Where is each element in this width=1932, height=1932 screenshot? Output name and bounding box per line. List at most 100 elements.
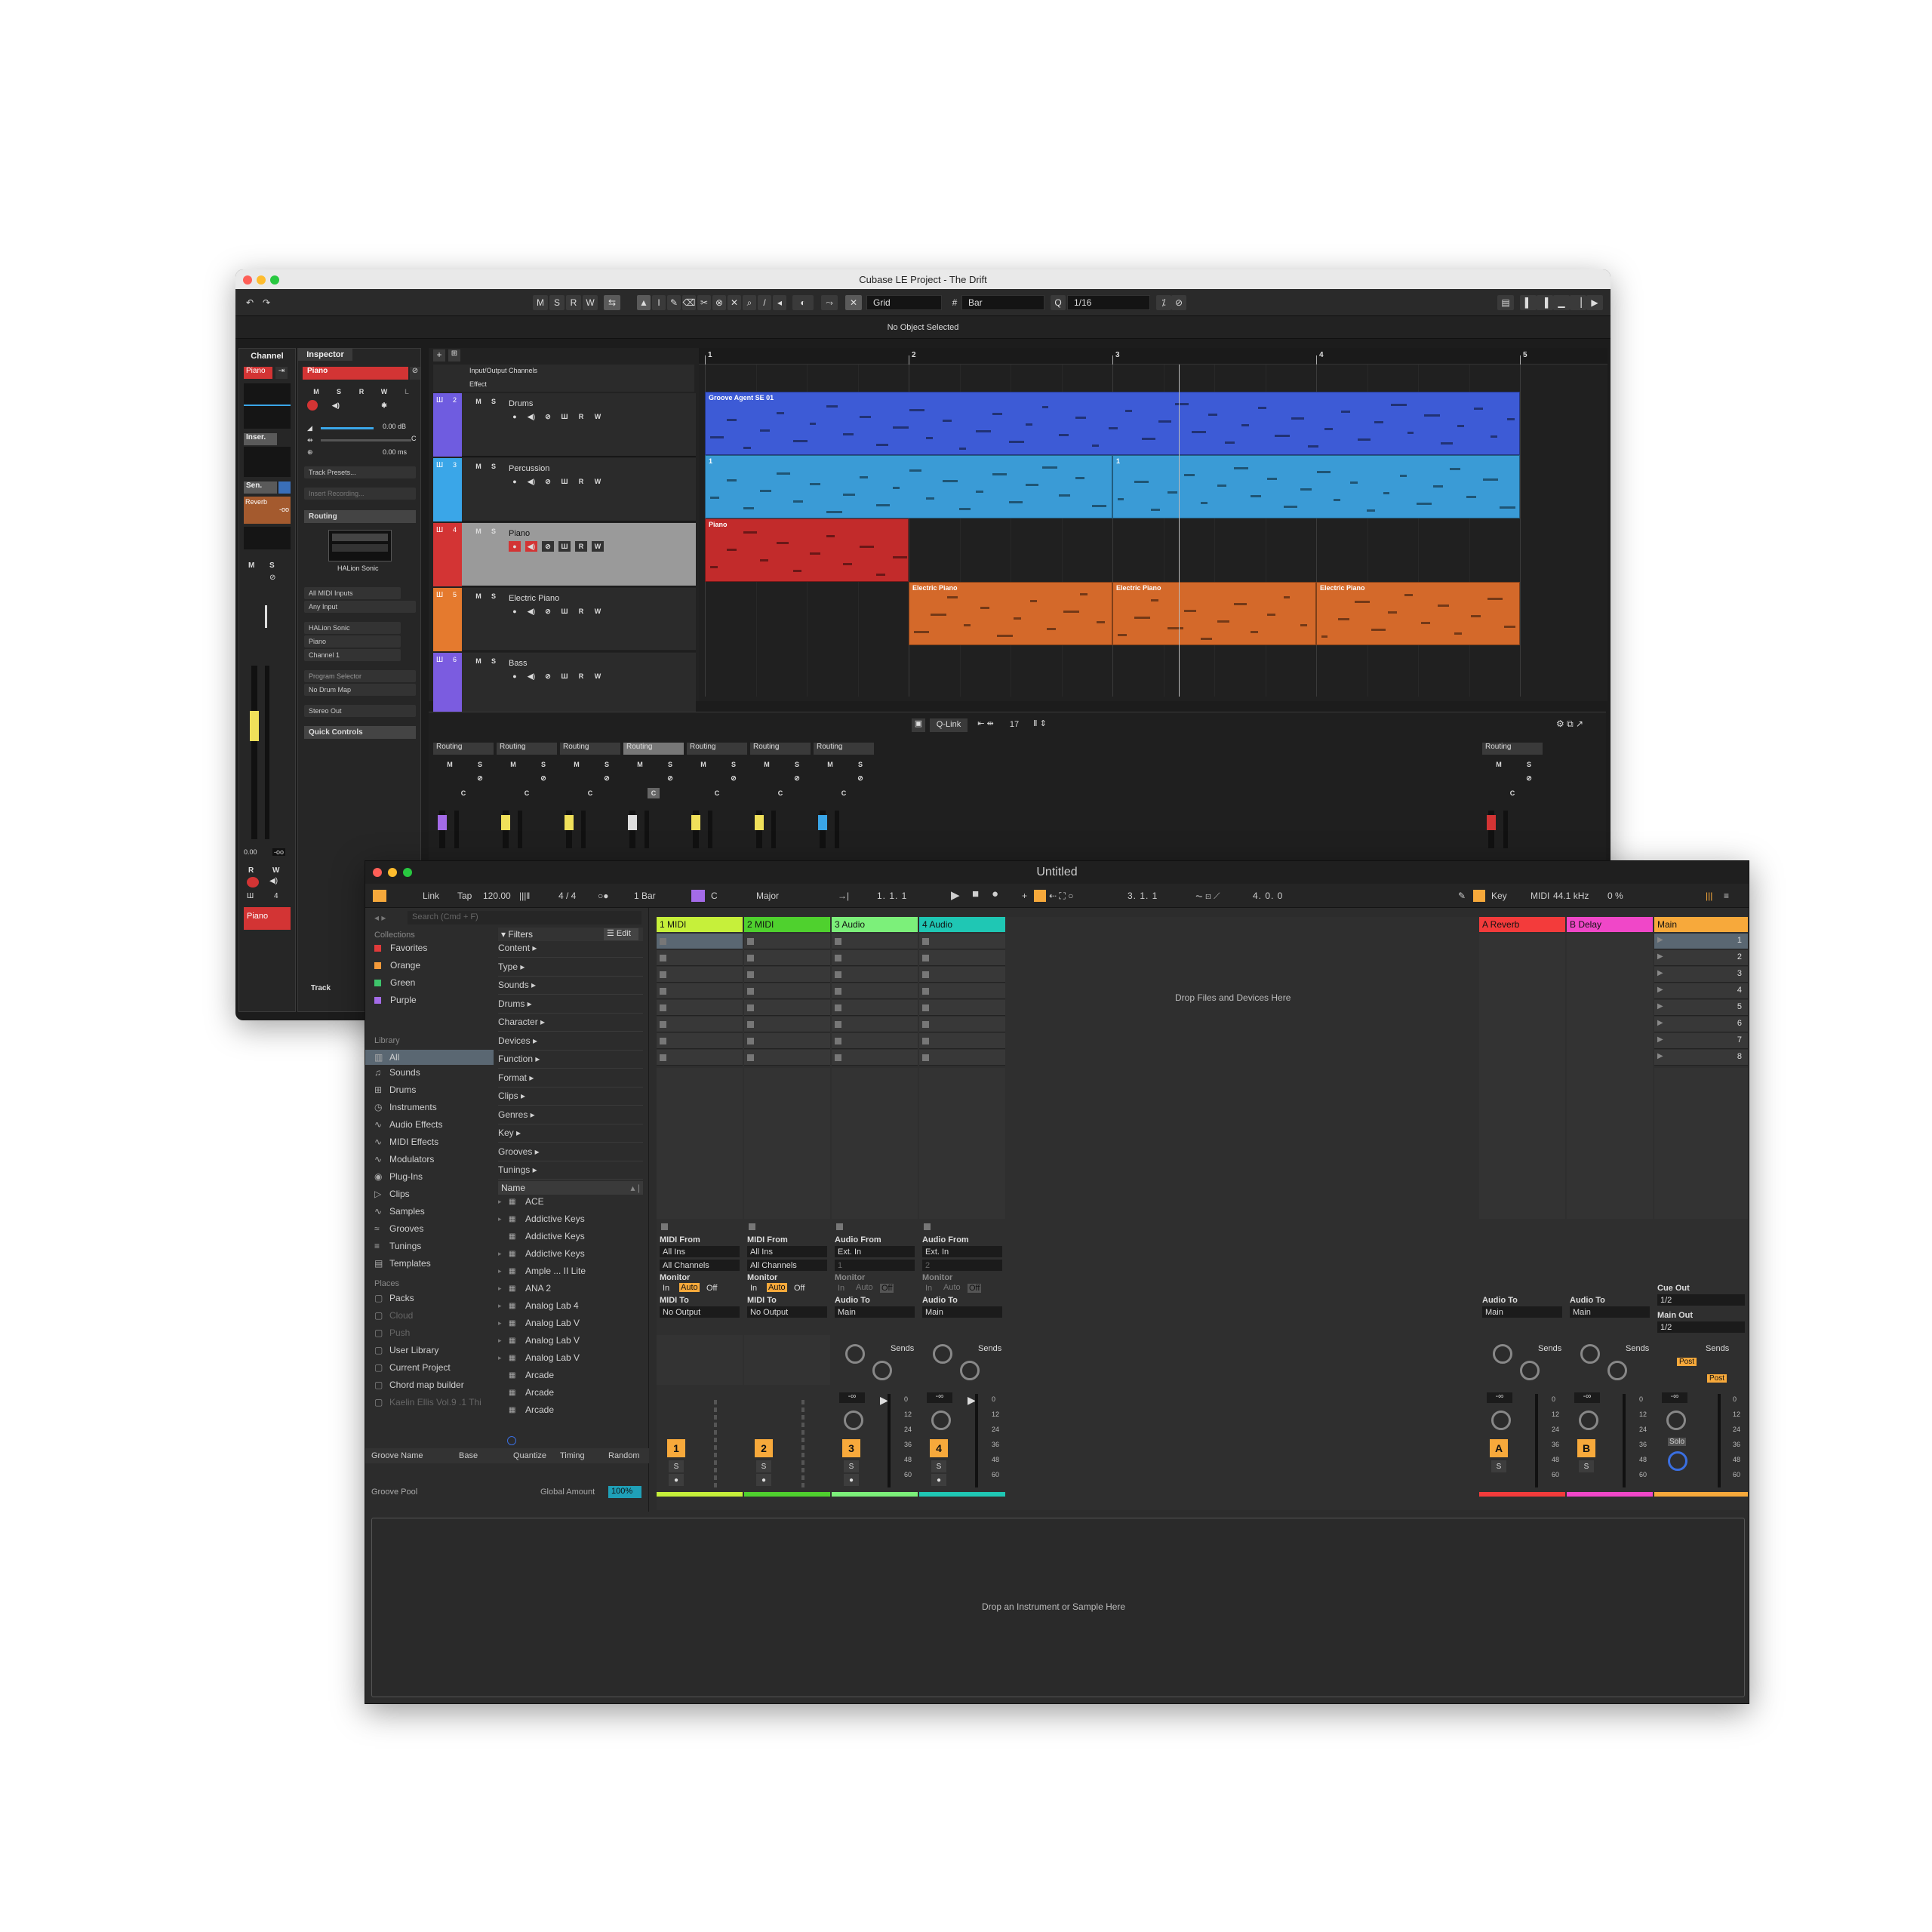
loop-length-field[interactable]: 4. 0. 0: [1253, 891, 1283, 901]
strip-routing-button[interactable]: Routing: [814, 743, 874, 755]
channel-fader-handle[interactable]: [250, 711, 259, 741]
inspector-tab[interactable]: Inspector: [298, 349, 352, 361]
insp-lock-button[interactable]: L: [401, 386, 413, 397]
post-b-button[interactable]: Post: [1707, 1374, 1727, 1383]
main-track-header[interactable]: Main: [1654, 917, 1748, 932]
clip-slot[interactable]: [744, 1017, 830, 1032]
return-pan-knob[interactable]: [1491, 1411, 1511, 1430]
phase-icon[interactable]: ⊘: [269, 574, 281, 584]
track-fader[interactable]: [888, 1394, 891, 1487]
solo-cue-button[interactable]: Solo: [1668, 1438, 1687, 1446]
track-read-button[interactable]: R: [575, 671, 587, 681]
strip-pan[interactable]: C: [521, 788, 533, 798]
strip-fader-handle[interactable]: [628, 815, 637, 830]
track-tab[interactable]: Track: [298, 984, 343, 996]
strip-fader-handle[interactable]: [501, 815, 510, 830]
track-record-button[interactable]: ●: [509, 541, 521, 552]
electric-piano-part-2[interactable]: Electric Piano: [1112, 582, 1316, 645]
percussion-part-1[interactable]: 1: [705, 455, 1112, 518]
sends-toggle[interactable]: [278, 481, 291, 494]
track-name[interactable]: Electric Piano: [509, 594, 559, 603]
track-edit-instrument-icon[interactable]: Ш: [558, 476, 571, 487]
groove-name-col[interactable]: Groove Name: [371, 1451, 423, 1460]
clip-slot[interactable]: [744, 934, 830, 949]
lower-zone-settings-icon[interactable]: ⚙ ⧉ ↗: [1556, 718, 1601, 732]
piano-part[interactable]: Piano: [705, 518, 909, 582]
monitor-in-button[interactable]: In: [750, 1284, 757, 1293]
key-map-icon[interactable]: [1473, 890, 1485, 902]
input-channel-select[interactable]: All Channels: [660, 1260, 740, 1271]
filter-item[interactable]: Type ▸: [498, 961, 525, 972]
record-button[interactable]: ●: [992, 888, 998, 900]
result-item[interactable]: ▦ Addictive Keys: [498, 1231, 585, 1241]
time-signature-field[interactable]: 4 / 4: [558, 891, 576, 901]
main-fader[interactable]: [1718, 1394, 1721, 1487]
clip-slot[interactable]: [832, 983, 918, 999]
strip-solo-button[interactable]: S: [728, 759, 740, 770]
strip-pan[interactable]: C: [457, 788, 469, 798]
split-tool-icon[interactable]: ✂: [697, 295, 711, 310]
insp-record-button[interactable]: [307, 400, 318, 411]
strip-phase-icon[interactable]: ⊘: [791, 773, 803, 783]
mixer-strip[interactable]: Routing M S ⊘ C: [623, 743, 685, 863]
track-read-button[interactable]: R: [575, 606, 587, 617]
strip-mute-button[interactable]: M: [697, 759, 709, 770]
iterative-quantize-icon[interactable]: ⁒: [1156, 295, 1171, 310]
track-name[interactable]: Piano: [509, 529, 530, 538]
clip-stop-icon[interactable]: [747, 1054, 754, 1061]
strip-pan[interactable]: C: [648, 788, 660, 798]
insp-read-button[interactable]: R: [355, 386, 368, 397]
line-tool-icon[interactable]: /: [758, 295, 771, 310]
filter-item[interactable]: Grooves ▸: [498, 1146, 540, 1157]
clip-slot[interactable]: [919, 1033, 1005, 1049]
mixer-strip[interactable]: Routing M S ⊘ C: [750, 743, 812, 863]
strip-mute-button[interactable]: M: [444, 759, 456, 770]
clip-slot[interactable]: [919, 983, 1005, 999]
reenable-automation-icon[interactable]: ⇠ ⛶ ○: [1049, 891, 1073, 902]
clip-stop-icon[interactable]: [922, 971, 929, 978]
track-activator-button[interactable]: 4: [930, 1439, 948, 1457]
track-row[interactable]: Ш 4 M S Piano ● ◀) ⊘ Ш R W: [433, 523, 696, 586]
scene-launch-icon[interactable]: ▶: [1657, 1002, 1663, 1011]
scene-slot[interactable]: ▶ 3: [1654, 967, 1748, 983]
clip-stop-icon[interactable]: [922, 1021, 929, 1028]
monitor-in-button[interactable]: In: [838, 1284, 844, 1293]
track-solo-button[interactable]: S: [488, 461, 500, 472]
result-item[interactable]: ▦ Arcade: [498, 1370, 554, 1380]
clip-slot[interactable]: [832, 1033, 918, 1049]
monitor-in-button[interactable]: In: [925, 1284, 932, 1293]
strip-mute-button[interactable]: M: [824, 759, 836, 770]
track-edit-instrument-icon[interactable]: Ш: [558, 606, 571, 617]
track-pan-knob[interactable]: [931, 1411, 951, 1430]
transport-icon[interactable]: ▶: [1586, 295, 1603, 310]
clip-stop-icon[interactable]: [922, 1054, 929, 1061]
track-mute-button[interactable]: M: [472, 396, 485, 407]
clip-stop-icon[interactable]: [747, 955, 754, 961]
program-selector[interactable]: Program Selector: [304, 670, 416, 682]
filter-item[interactable]: Content ▸: [498, 943, 537, 953]
track-solo-button[interactable]: S: [756, 1460, 771, 1472]
track-solo-button[interactable]: S: [488, 656, 500, 666]
clip-slot[interactable]: [919, 934, 1005, 949]
scene-slot[interactable]: ▶ 4: [1654, 983, 1748, 999]
strip-phase-icon[interactable]: ⊘: [537, 773, 549, 783]
link-button[interactable]: Link: [423, 891, 439, 901]
monitor-auto-button[interactable]: Auto: [679, 1283, 700, 1292]
inspector-track-name[interactable]: Piano: [303, 367, 408, 380]
clip-slot[interactable]: [657, 1000, 743, 1016]
redo-icon[interactable]: ↷: [258, 295, 275, 310]
clip-slot[interactable]: [657, 1050, 743, 1066]
track-monitor-icon[interactable]: ◀): [525, 606, 537, 617]
strip-routing-button[interactable]: Routing: [623, 743, 684, 755]
return-fader[interactable]: [1623, 1394, 1626, 1487]
track-monitor-icon[interactable]: ◀): [525, 671, 537, 681]
monitor-auto-button[interactable]: Auto: [942, 1283, 962, 1292]
clip-stop-icon[interactable]: [747, 1021, 754, 1028]
track-name[interactable]: Drums: [509, 399, 533, 408]
clip-stop-icon[interactable]: [747, 988, 754, 995]
sends-button[interactable]: Sen.: [244, 481, 277, 494]
clip-slot[interactable]: [919, 1000, 1005, 1016]
result-item[interactable]: ▸ ▦ Analog Lab V: [498, 1335, 580, 1346]
clip-slot[interactable]: [657, 1033, 743, 1049]
track-write-button[interactable]: W: [592, 541, 604, 552]
